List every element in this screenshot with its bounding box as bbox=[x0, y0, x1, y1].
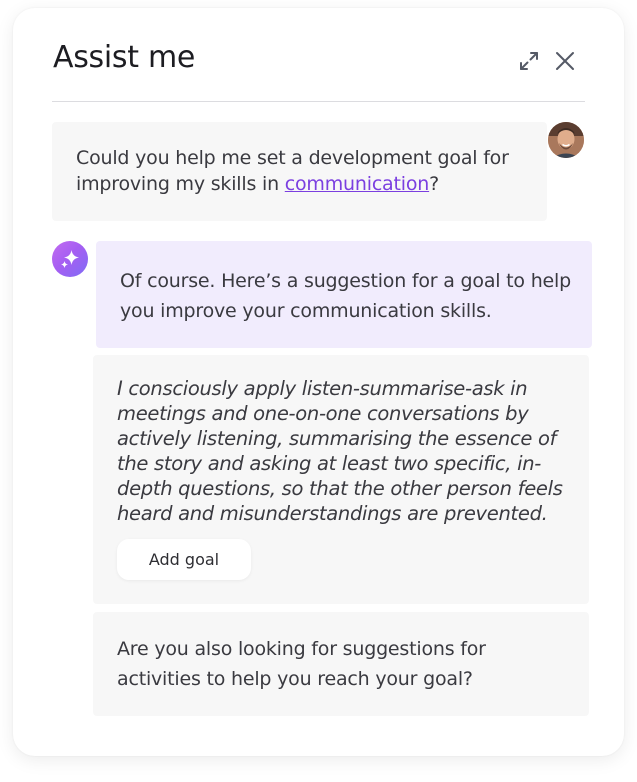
user-message-end: ? bbox=[429, 173, 439, 195]
sparkle-icon bbox=[61, 250, 79, 268]
goal-suggestion-card: I consciously apply listen-summarise-ask… bbox=[93, 355, 589, 604]
add-goal-button[interactable]: Add goal bbox=[117, 539, 251, 580]
panel-title: Assist me bbox=[53, 40, 196, 75]
assistant-intro-message: Of course. Here’s a suggestion for a goa… bbox=[96, 241, 592, 348]
close-icon bbox=[556, 52, 574, 70]
ai-assistant-icon bbox=[52, 241, 88, 277]
user-message: Could you help me set a development goal… bbox=[52, 122, 547, 221]
close-button[interactable] bbox=[552, 48, 578, 74]
header-divider bbox=[52, 101, 585, 102]
user-avatar bbox=[548, 122, 584, 158]
communication-link[interactable]: communication bbox=[285, 173, 430, 195]
expand-button[interactable] bbox=[516, 48, 542, 74]
expand-icon bbox=[520, 52, 538, 70]
goal-suggestion-text: I consciously apply listen-summarise-ask… bbox=[117, 377, 563, 525]
followup-message: Are you also looking for suggestions for… bbox=[93, 612, 589, 716]
